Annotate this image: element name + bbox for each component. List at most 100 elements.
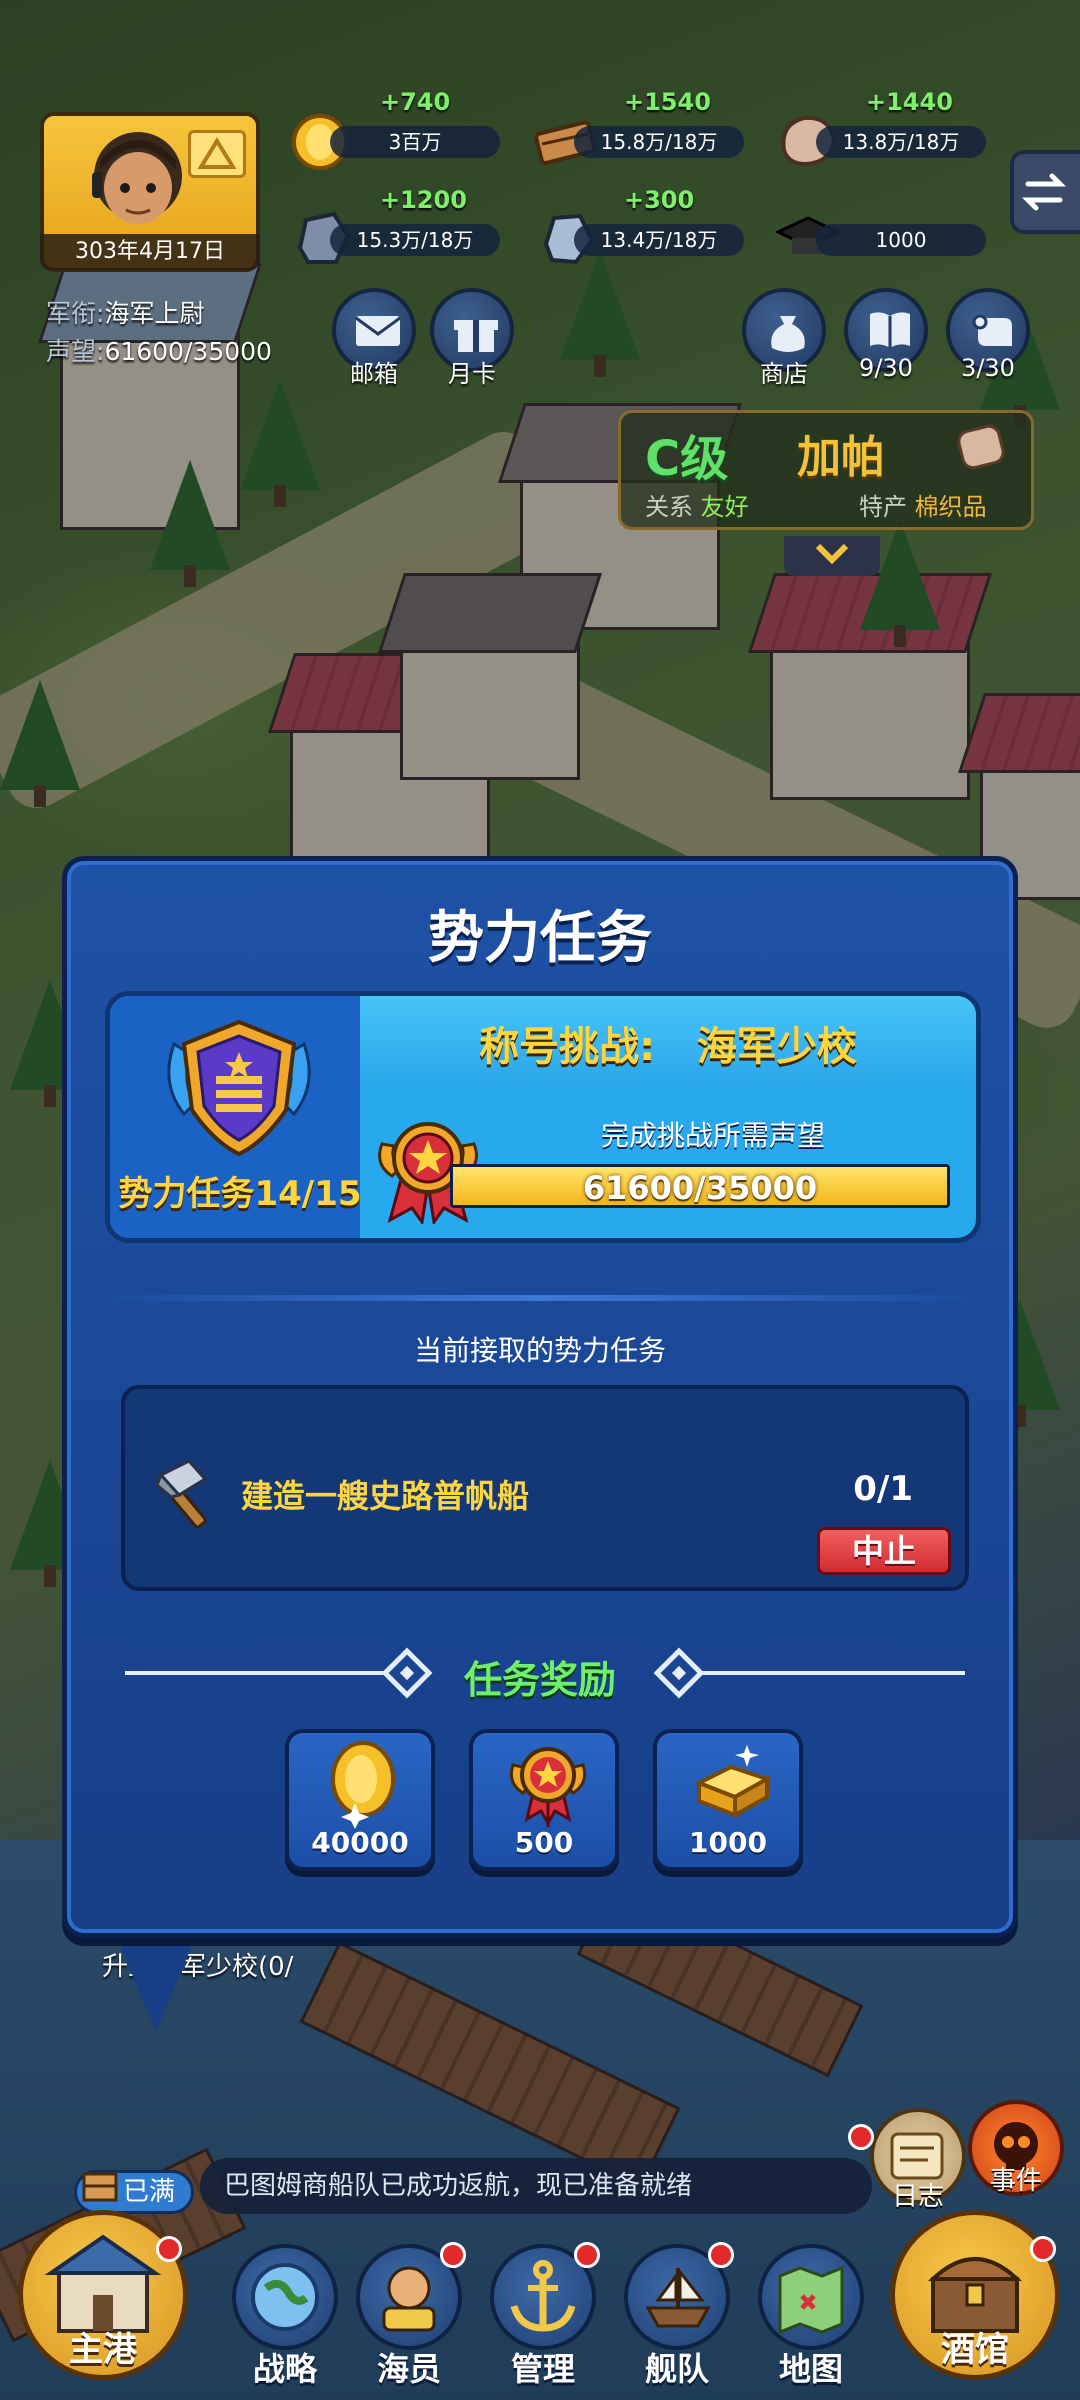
city-info-card[interactable]: C级 加帕 关系 友好 特产 棉织品 [618,410,1034,530]
reward-divider-right [697,1671,965,1675]
faction-task-count: 势力任务14/15 [118,1174,362,1214]
scroll-count: 3/30 [961,354,1015,382]
resource-knowledge[interactable]: 1000 [776,208,996,256]
prestige-info: 声望:61600/35000 [46,332,272,368]
scroll-icon [972,314,1012,346]
reward-value: 500 [514,1826,574,1859]
reward-value: 1000 [689,1826,767,1859]
nav-label: 地图 [778,2350,843,2388]
rank-info: 军衔:海军上尉 [46,294,204,330]
nav-disc [758,2244,864,2350]
progress-text: 61600/35000 [582,1169,818,1207]
section-divider [97,1295,983,1301]
notification-bar[interactable]: 巴图姆商船队已成功返航，现已准备就绪 [200,2158,872,2214]
dialog-title: 势力任务 [428,906,652,971]
resource-gold[interactable]: +740 3百万 [290,88,510,170]
resource-stone[interactable]: +1440 13.8万/18万 [776,88,996,167]
nav-map[interactable]: 地图 [752,2240,870,2390]
resource-amount: 13.8万/18万 [816,126,986,158]
faction-task-dialog: 势力任务 势力任务14/15 称号挑战: 海军少校 完成挑战所需声望 61600… [62,856,1018,1938]
city-relation: 关系 友好 [645,487,749,522]
city-grade: C级 [645,431,729,487]
resource-crystal[interactable]: +300 13.4万/18万 [534,186,754,265]
notification-dot [708,2242,734,2268]
gold-coin-icon [331,1741,395,1829]
storage-full-label: 已满 [122,2177,175,2207]
crate-icon [82,2172,118,2202]
resource-gain: +1540 [624,88,711,116]
gold-bar-icon [694,1745,772,1819]
notification-dot [1030,2236,1056,2262]
nav-disc [232,2244,338,2350]
log-label: 日志 [891,2182,944,2212]
envelope-icon [355,316,401,346]
treasure-map-icon [778,2265,844,2335]
abort-task-button[interactable]: 中止 [817,1527,951,1575]
notification-dot [440,2242,466,2268]
event-label: 事件 [989,2166,1042,2196]
task-description: 建造一艘史路普帆船 [241,1477,530,1515]
prestige-label: 声望: [46,337,105,366]
resource-iron[interactable]: +1200 15.3万/18万 [290,186,510,264]
reward-gold[interactable]: 40000 [285,1729,435,1871]
rank-badge-icon [188,130,246,178]
open-book-icon [870,312,910,348]
dialog-pointer [116,1936,196,2032]
nav-label: 舰队 [644,2350,709,2388]
city-expand-button[interactable] [784,536,880,576]
hammer-icon [155,1459,208,1529]
home-port-label: 主港 [69,2330,137,2370]
rank-label: 军衔: [46,299,105,328]
captain-portrait-icon [92,132,182,224]
resource-amount: 3百万 [330,126,500,158]
prestige-progress-bar: 61600/35000 [450,1164,950,1208]
notification-dot [574,2242,600,2268]
resource-gain: +1440 [866,88,953,116]
game-date: 303年4月17日 [40,234,260,270]
reward-prestige[interactable]: 500 [469,1729,619,1871]
city-name: 加帕 [797,432,885,483]
notification-dot [156,2236,182,2262]
nav-strategy[interactable]: 战略 [226,2240,344,2390]
specialty-label: 特产 [859,493,907,521]
reward-gold-bar[interactable]: 1000 [653,1729,803,1871]
notification-dot [848,2124,874,2150]
gift-box-icon [454,320,498,352]
current-task-label: 当前接取的势力任务 [413,1334,666,1367]
relation-value: 友好 [700,493,749,521]
task-progress: 0/1 [853,1469,913,1509]
requirement-label: 完成挑战所需声望 [600,1119,825,1152]
specialty-value: 棉织品 [914,493,987,521]
resource-gain: +740 [380,88,451,116]
challenge-title: 称号挑战: 海军少校 [479,1024,857,1070]
resource-wood[interactable]: +1540 15.8万/18万 [534,88,754,165]
money-bag-icon [771,316,805,352]
nav-label: 海员 [376,2350,441,2388]
nav-crew[interactable]: 海员 [350,2240,468,2390]
relation-label: 关系 [645,493,693,521]
prestige-medal-icon [509,1747,587,1829]
swap-arrows-icon [1021,173,1067,211]
switch-view-button[interactable] [1010,150,1080,234]
prestige-value: 61600/35000 [104,337,272,366]
nav-management[interactable]: 管理 [484,2240,602,2390]
monthly-card-label: 月卡 [448,360,496,388]
faction-emblem-icon [167,1019,311,1157]
nav-label: 管理 [510,2350,575,2388]
resource-amount: 15.3万/18万 [330,224,500,256]
nav-fleet[interactable]: 舰队 [618,2240,736,2390]
chevron-down-icon [815,543,849,565]
rank-value: 海军上尉 [104,299,205,328]
nav-label: 战略 [252,2350,317,2388]
city-specialty: 特产 棉织品 [859,487,987,522]
resource-gain: +300 [624,186,695,214]
resource-amount: 13.4万/18万 [574,224,744,256]
current-task-card: 建造一艘史路普帆船 0/1 中止 [121,1385,969,1591]
reward-value: 40000 [311,1826,409,1859]
resource-amount: 1000 [816,224,986,256]
title-challenge-panel: 势力任务14/15 称号挑战: 海军少校 完成挑战所需声望 61600/3500… [105,991,981,1243]
resource-gain: +1200 [380,186,467,214]
reward-title: 任务奖励 [463,1658,616,1702]
resource-amount: 15.8万/18万 [574,126,744,158]
tavern-label: 酒馆 [941,2330,1009,2370]
